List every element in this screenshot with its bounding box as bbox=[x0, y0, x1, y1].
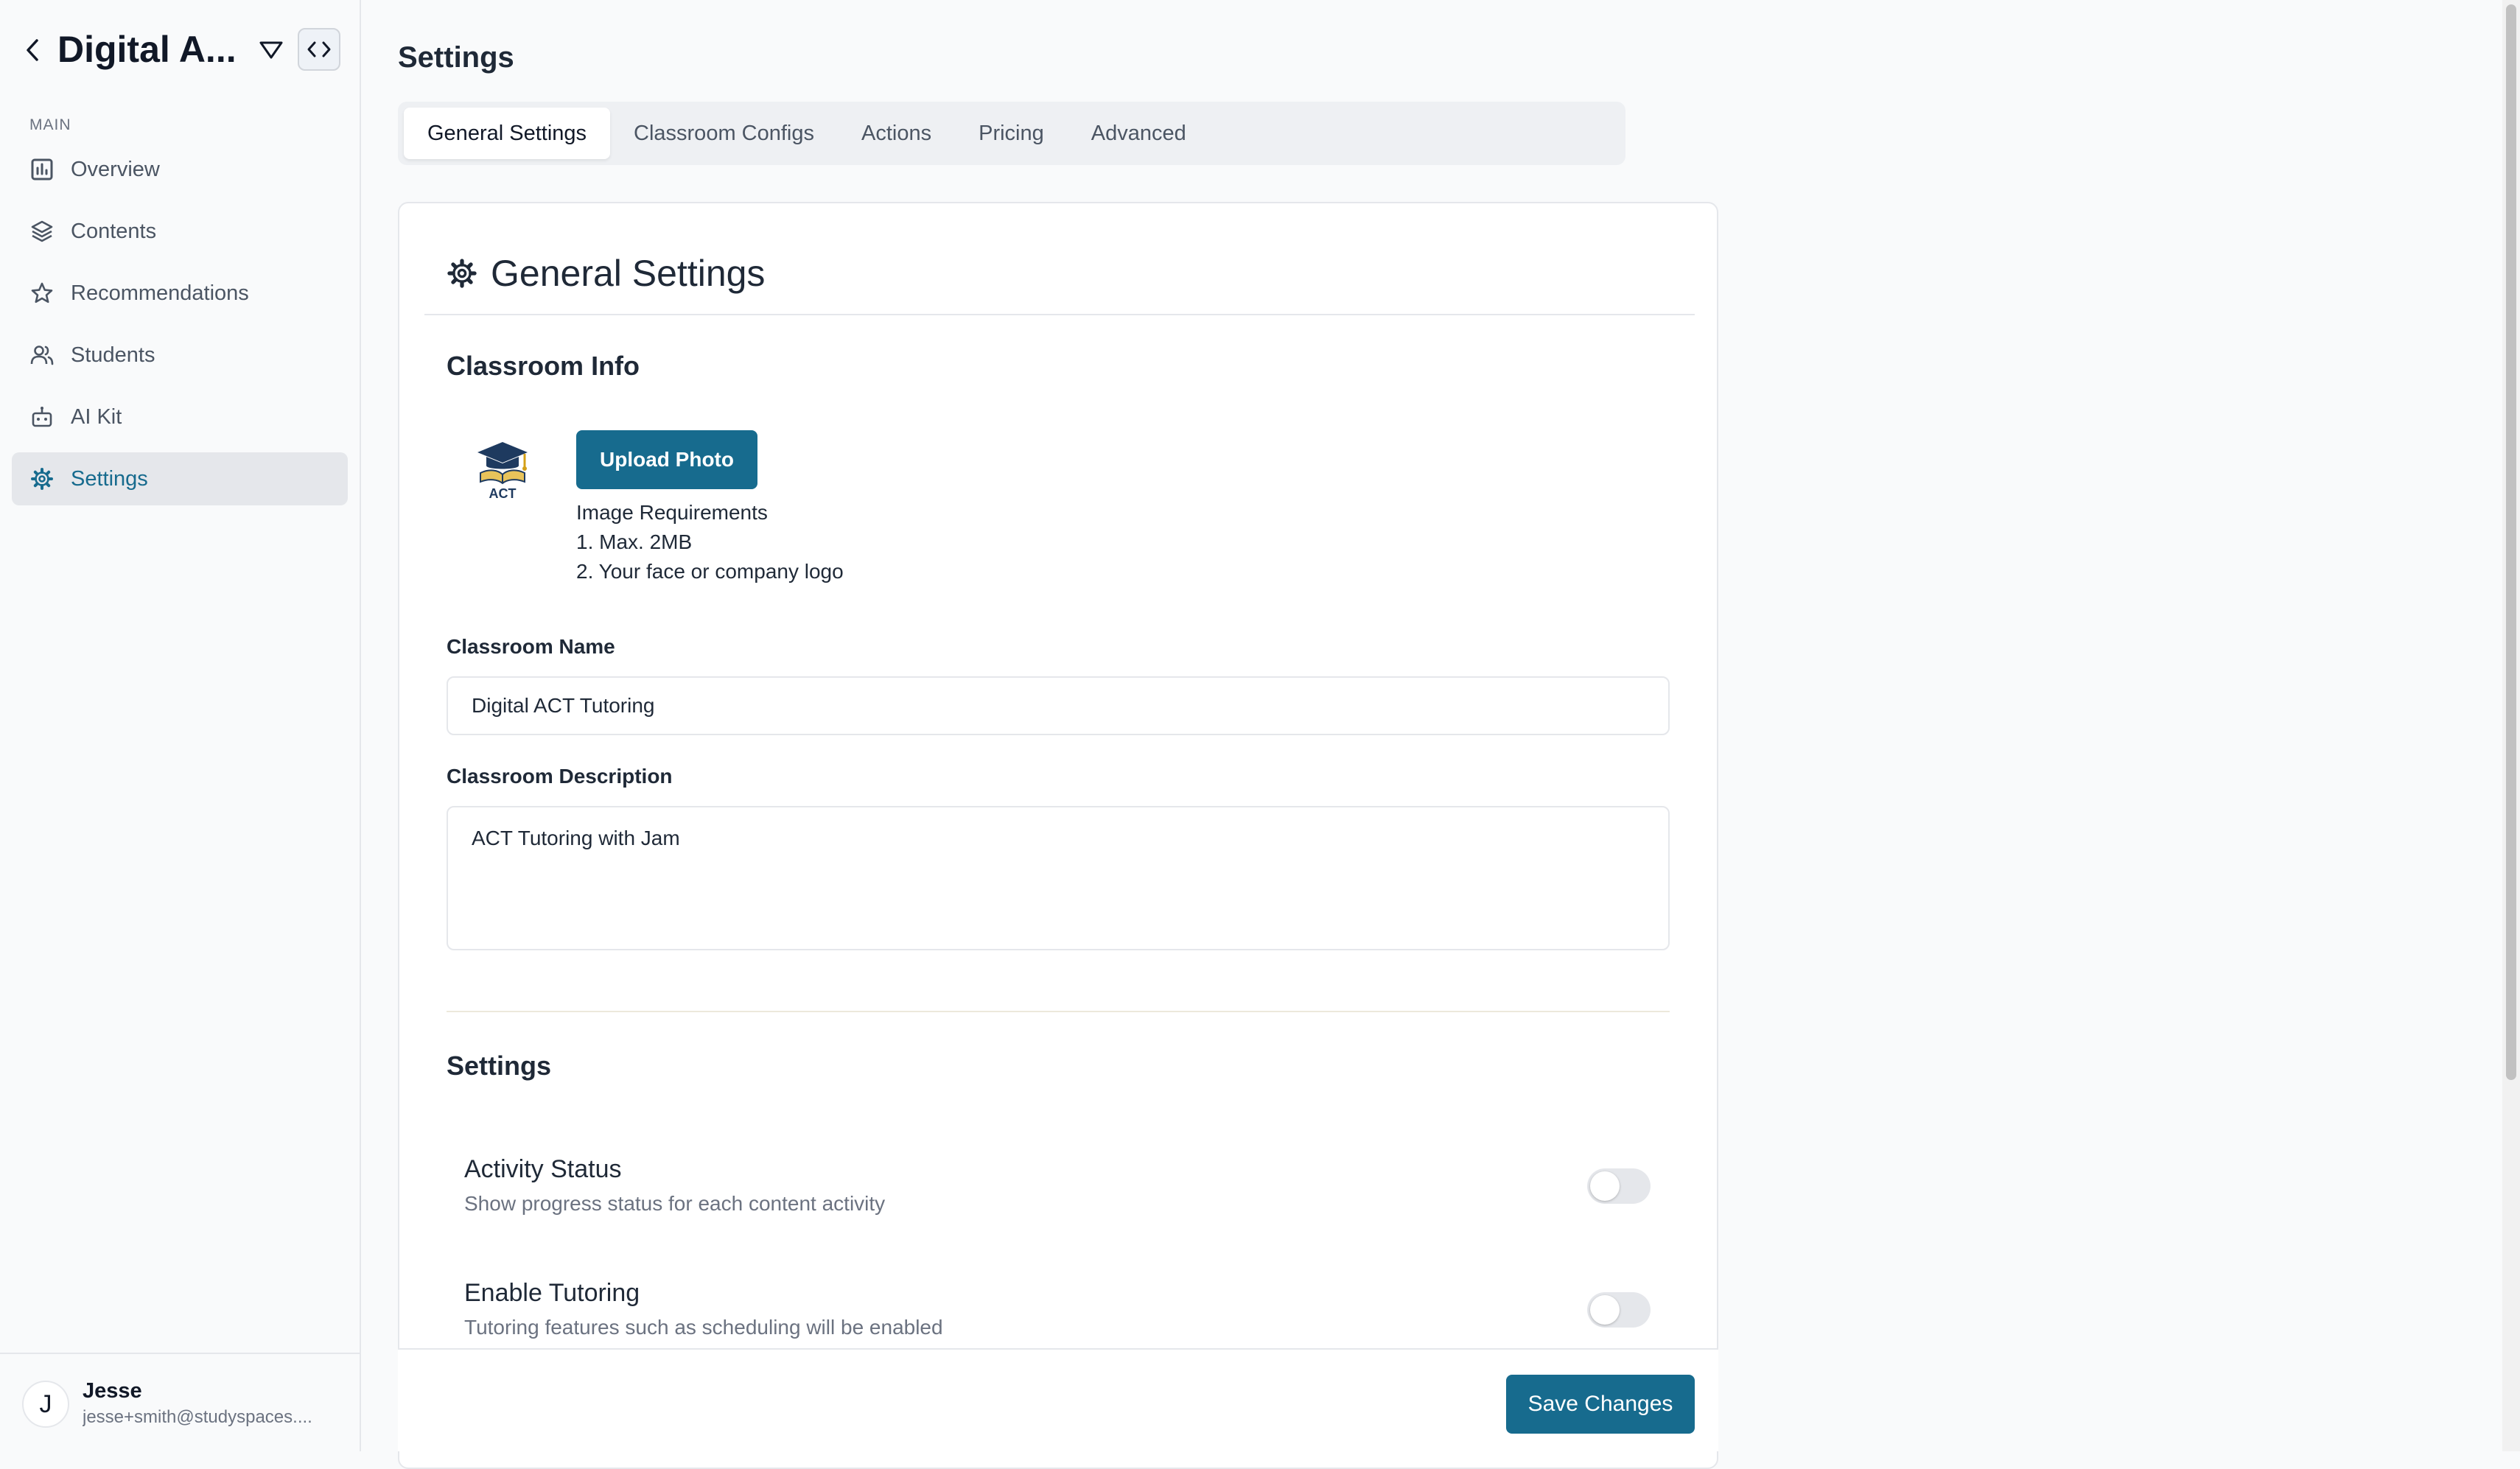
tab-classroom-configs[interactable]: Classroom Configs bbox=[610, 108, 838, 159]
star-icon bbox=[29, 281, 55, 306]
sidebar-item-label: Contents bbox=[71, 219, 157, 243]
sidebar-item-students[interactable]: Students bbox=[12, 329, 348, 382]
layers-icon bbox=[29, 219, 55, 244]
classroom-logo: ACT bbox=[473, 438, 532, 508]
chevron-left-icon[interactable] bbox=[21, 37, 44, 63]
setting-title: Enable Tutoring bbox=[464, 1279, 640, 1307]
chart-icon bbox=[29, 157, 55, 182]
classroom-description-label: Classroom Description bbox=[447, 765, 673, 788]
dropdown-triangle-icon[interactable] bbox=[256, 37, 286, 63]
setting-description: Show progress status for each content ac… bbox=[464, 1192, 886, 1215]
toggle-knob bbox=[1590, 1171, 1620, 1201]
toggle-knob bbox=[1590, 1295, 1620, 1325]
svg-text:ACT: ACT bbox=[489, 486, 517, 501]
sidebar-item-overview[interactable]: Overview bbox=[12, 143, 348, 196]
sidebar-item-label: Recommendations bbox=[71, 281, 249, 305]
user-profile[interactable]: J Jesse jesse+smith@studyspaces.... bbox=[0, 1353, 361, 1451]
classroom-description-input[interactable]: ACT Tutoring with Jam bbox=[447, 806, 1670, 950]
sidebar-item-label: AI Kit bbox=[71, 404, 122, 429]
upload-photo-button[interactable]: Upload Photo bbox=[576, 430, 757, 489]
card-header: General Settings bbox=[424, 242, 1695, 315]
save-changes-button[interactable]: Save Changes bbox=[1506, 1375, 1695, 1434]
card-title: General Settings bbox=[491, 253, 766, 294]
avatar: J bbox=[22, 1381, 69, 1428]
nav-section-label: MAIN bbox=[29, 116, 71, 133]
settings-tabs: General Settings Classroom Configs Actio… bbox=[398, 102, 1625, 165]
classroom-name-label: Classroom Name bbox=[447, 635, 615, 658]
sidebar-item-settings[interactable]: Settings bbox=[12, 452, 348, 505]
gear-icon bbox=[447, 258, 477, 289]
sidebar-item-recommendations[interactable]: Recommendations bbox=[12, 267, 348, 320]
section-divider bbox=[447, 1011, 1670, 1012]
enable-tutoring-toggle[interactable] bbox=[1587, 1292, 1651, 1328]
image-requirements-title: Image Requirements bbox=[576, 501, 768, 524]
activity-status-toggle[interactable] bbox=[1587, 1168, 1651, 1204]
sidebar-nav: Overview Contents Recommendations Studen… bbox=[12, 143, 348, 514]
sidebar: Digital A... MAIN Overview Contents Reco… bbox=[0, 0, 361, 1451]
code-icon bbox=[307, 41, 331, 57]
setting-title: Activity Status bbox=[464, 1155, 622, 1183]
page-scrollbar[interactable] bbox=[2502, 0, 2520, 1451]
tab-general-settings[interactable]: General Settings bbox=[404, 108, 611, 159]
main-content: Settings General Settings Classroom Conf… bbox=[361, 0, 2498, 1469]
save-bar: Save Changes bbox=[398, 1348, 1718, 1451]
scrollbar-thumb[interactable] bbox=[2506, 4, 2516, 1080]
tab-pricing[interactable]: Pricing bbox=[955, 108, 1068, 159]
classroom-title: Digital A... bbox=[57, 29, 237, 70]
tab-actions[interactable]: Actions bbox=[838, 108, 955, 159]
tab-advanced[interactable]: Advanced bbox=[1068, 108, 1210, 159]
page-title: Settings bbox=[398, 41, 514, 74]
sidebar-item-ai-kit[interactable]: AI Kit bbox=[12, 390, 348, 443]
sidebar-header: Digital A... bbox=[0, 0, 361, 103]
sidebar-item-label: Students bbox=[71, 343, 155, 367]
classroom-name-input[interactable] bbox=[447, 676, 1670, 735]
sidebar-item-label: Settings bbox=[71, 466, 148, 491]
general-settings-card: General Settings Classroom Info ACT Uplo… bbox=[398, 202, 1718, 1469]
gear-icon bbox=[29, 466, 55, 491]
setting-description: Tutoring features such as scheduling wil… bbox=[464, 1316, 943, 1339]
user-name: Jesse bbox=[83, 1379, 142, 1403]
sidebar-item-contents[interactable]: Contents bbox=[12, 205, 348, 258]
sidebar-item-label: Overview bbox=[71, 157, 160, 181]
users-icon bbox=[29, 343, 55, 368]
user-email: jesse+smith@studyspaces.... bbox=[83, 1407, 312, 1427]
image-requirement-type: 2. Your face or company logo bbox=[576, 560, 844, 583]
image-requirement-size: 1. Max. 2MB bbox=[576, 530, 693, 553]
code-toggle-button[interactable] bbox=[298, 28, 340, 71]
settings-heading: Settings bbox=[447, 1051, 552, 1081]
classroom-info-heading: Classroom Info bbox=[447, 351, 640, 381]
robot-icon bbox=[29, 404, 55, 430]
